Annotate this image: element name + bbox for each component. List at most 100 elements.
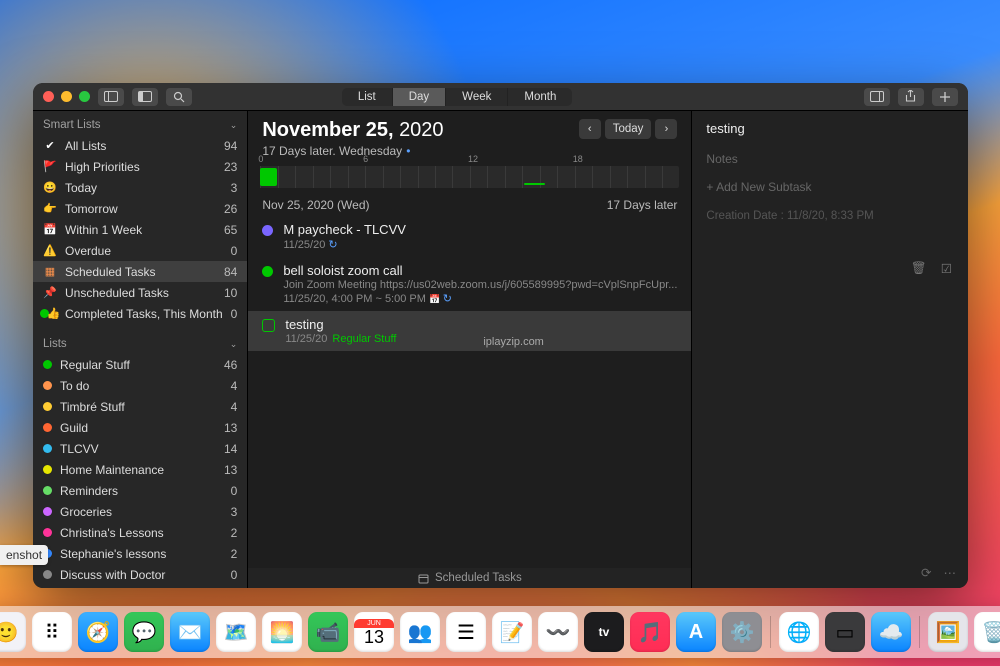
view-segment-day[interactable]: Day (393, 88, 446, 106)
dock-separator (919, 616, 920, 648)
sidebar-item-tlcvv[interactable]: TLCVV14 (33, 438, 247, 459)
sidebar-item-label: TLCVV (60, 442, 216, 456)
search-button[interactable] (166, 88, 192, 106)
prev-button[interactable]: ‹ (579, 119, 601, 139)
list-color-dot (43, 360, 52, 369)
sidebar-item-count: 4 (231, 400, 238, 414)
add-button[interactable] (932, 88, 958, 106)
dock-weather[interactable]: ☁️ (871, 612, 911, 652)
dock-reminders[interactable]: ☰ (446, 612, 486, 652)
task-subtitle: 11/25/20 Regular Stuff (285, 333, 677, 345)
today-button[interactable]: Today (605, 119, 652, 139)
sidebar-item-count: 94 (224, 139, 237, 153)
sidebar-item-stephanie-s-lessons[interactable]: Stephanie's lessons2 (33, 543, 247, 564)
task-row[interactable]: M paycheck - TLCVV11/25/20 ↻ (248, 216, 691, 257)
more-icon[interactable]: ⋯ (944, 565, 957, 580)
minimize-icon[interactable] (61, 91, 72, 102)
sidebar-item-count: 0 (231, 568, 238, 582)
dock-maps[interactable]: 🗺️ (216, 612, 256, 652)
add-subtask-button[interactable]: + Add New Subtask (692, 172, 968, 202)
delete-icon[interactable]: 🗑 (911, 261, 927, 276)
creation-date: Creation Date : 11/8/20, 8:33 PM (692, 202, 968, 230)
zoom-icon[interactable] (79, 91, 90, 102)
sidebar-footer: ⚑ ▢ 🗑 › ✲ (33, 585, 247, 588)
dock-calendar[interactable]: JUN13 (354, 612, 394, 652)
sidebar-item-timbr-stuff[interactable]: Timbré Stuff 4 (33, 396, 247, 417)
checkbox-icon[interactable]: ☑ (941, 261, 952, 276)
sidebar-item-discuss-with-doctor[interactable]: Discuss with Doctor0 (33, 564, 247, 585)
dock-chrome[interactable]: 🌐 (779, 612, 819, 652)
dock-safari[interactable]: 🧭 (78, 612, 118, 652)
task-row[interactable]: bell soloist zoom callJoin Zoom Meeting … (248, 257, 691, 311)
sidebar-item-all-lists[interactable]: ✔All Lists94 (33, 135, 247, 156)
sync-icon[interactable]: ⟳ (921, 565, 931, 580)
task-row[interactable]: testing11/25/20 Regular Stuff (248, 311, 691, 351)
sidebar-item-tomorrow[interactable]: 👉Tomorrow26 (33, 198, 247, 219)
share-button[interactable] (898, 88, 924, 106)
detail-panel: testing Notes + Add New Subtask 🗑 ☑ Crea… (692, 111, 968, 588)
dock-facetime[interactable]: 📹 (308, 612, 348, 652)
sidebar-item-regular-stuff[interactable]: Regular Stuff46 (33, 354, 247, 375)
sidebar-item-completed-tasks-this-month[interactable]: 👍Completed Tasks, This Month0 (33, 303, 247, 324)
dock-music[interactable]: 🎵 (630, 612, 670, 652)
sidebar-item-label: Timbré Stuff (60, 400, 223, 414)
list-color-dot (43, 444, 52, 453)
dock-app1[interactable]: 〰️ (538, 612, 578, 652)
dock-notes[interactable]: 📝 (492, 612, 532, 652)
sidebar-item-groceries[interactable]: Groceries3 (33, 501, 247, 522)
sidebar-item-high-priorities[interactable]: 🚩High Priorities23 (33, 156, 247, 177)
close-icon[interactable] (43, 91, 54, 102)
sidebar-item-to-do[interactable]: To do4 (33, 375, 247, 396)
dock-settings[interactable]: ⚙️ (722, 612, 762, 652)
sidebar-item-scheduled-tasks[interactable]: ▦Scheduled Tasks84 (33, 261, 247, 282)
sidebar-item-home-maintenance[interactable]: Home Maintenance13 (33, 459, 247, 480)
smart-list-icon: 🚩 (43, 160, 57, 174)
sidebar-item-overdue[interactable]: ⚠️Overdue0 (33, 240, 247, 261)
dock-tv[interactable]: tv (584, 612, 624, 652)
dock-appstore[interactable]: A (676, 612, 716, 652)
dock-launchpad[interactable]: ⠿ (32, 612, 72, 652)
sidebar-item-label: Regular Stuff (60, 358, 216, 372)
sidebar-toggle-button[interactable] (98, 88, 124, 106)
list-color-dot (43, 423, 52, 432)
panel-toggle-button[interactable] (132, 88, 158, 106)
dock-trash[interactable]: 🗑️ (974, 612, 1000, 652)
sidebar-item-within-1-week[interactable]: 📅Within 1 Week65 (33, 219, 247, 240)
dock-separator (770, 616, 771, 648)
main-panel: November 25, 2020 ‹ Today › 17 Days late… (248, 111, 692, 588)
section-label: Lists (43, 338, 67, 350)
sidebar-item-label: Home Maintenance (60, 463, 216, 477)
list-color-dot (43, 570, 52, 579)
detail-title[interactable]: testing (692, 111, 968, 146)
smart-lists-header[interactable]: Smart Lists ⌄ (33, 111, 247, 135)
sidebar-item-today[interactable]: 😀Today3 (33, 177, 247, 198)
dock-finder[interactable]: 🙂 (0, 612, 26, 652)
next-button[interactable]: › (655, 119, 677, 139)
notes-field[interactable]: Notes (692, 146, 968, 172)
sidebar-item-label: To do (60, 379, 223, 393)
sidebar-item-guild[interactable]: Guild13 (33, 417, 247, 438)
view-segment-week[interactable]: Week (446, 88, 508, 106)
dock-downloads[interactable]: 🖼️ (928, 612, 968, 652)
sidebar: Smart Lists ⌄ ✔All Lists94🚩High Prioriti… (33, 111, 248, 588)
dock-mail[interactable]: ✉️ (170, 612, 210, 652)
lists-header[interactable]: Lists ⌄ (33, 330, 247, 354)
date-bold: November 25, (262, 119, 393, 141)
task-checkbox[interactable] (262, 319, 275, 332)
dock-contacts[interactable]: 👥 (400, 612, 440, 652)
view-segment-month[interactable]: Month (508, 88, 572, 106)
dock-app2[interactable]: ▭ (825, 612, 865, 652)
list-color-dot (43, 486, 52, 495)
dock-photos[interactable]: 🌅 (262, 612, 302, 652)
sidebar-item-reminders[interactable]: Reminders0 (33, 480, 247, 501)
dock-messages[interactable]: 💬 (124, 612, 164, 652)
date-year: 2020 (399, 119, 444, 141)
sidebar-item-christina-s-lessons[interactable]: Christina's Lessons2 (33, 522, 247, 543)
view-segment-list[interactable]: List (342, 88, 393, 106)
list-color-dot (43, 507, 52, 516)
sidebar-item-unscheduled-tasks[interactable]: 📌Unscheduled Tasks10 (33, 282, 247, 303)
timeline[interactable]: 061218 (260, 166, 679, 188)
detail-toggle-button[interactable] (864, 88, 890, 106)
sidebar-item-label: Christina's Lessons (60, 526, 223, 540)
day-header-date: Nov 25, 2020 (Wed) (262, 198, 369, 212)
